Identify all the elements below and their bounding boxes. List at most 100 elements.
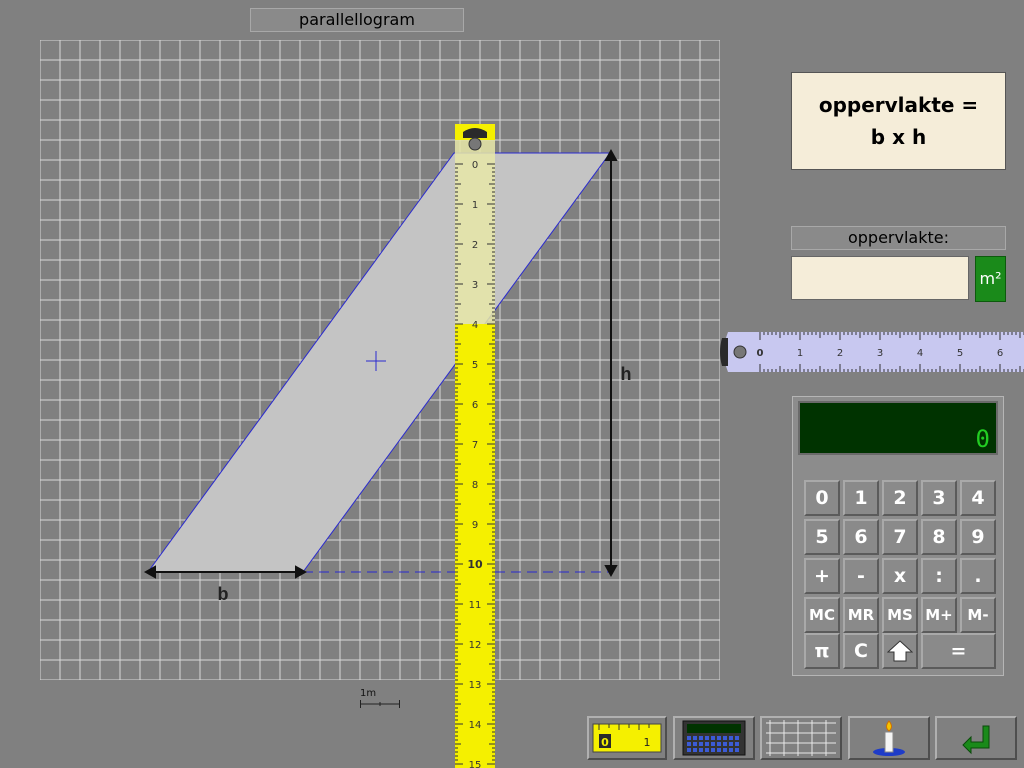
calculator-icon-key <box>705 742 709 746</box>
vertical-ruler-number: 13 <box>469 680 482 691</box>
base-label: b <box>218 584 229 604</box>
calculator-icon-key <box>723 736 727 740</box>
calculator-icon-key <box>693 748 697 752</box>
calculator-icon-key <box>717 748 721 752</box>
candle-icon <box>873 720 905 756</box>
return-button[interactable] <box>935 716 1017 760</box>
calculator-icon-key <box>687 736 691 740</box>
vertical-ruler-number: 4 <box>472 320 478 331</box>
area-label: oppervlakte: <box>791 226 1006 250</box>
calculator-icon-key <box>693 742 697 746</box>
vertical-ruler-number: 11 <box>469 600 482 611</box>
pi-key[interactable]: π <box>804 633 840 669</box>
calculator-icon-key <box>699 742 703 746</box>
scale-bar <box>360 700 400 708</box>
calculator-key[interactable]: - <box>843 558 879 594</box>
vertical-ruler-number: 2 <box>472 240 478 251</box>
vertical-ruler-number: 5 <box>472 360 478 371</box>
calculator-key[interactable]: 9 <box>960 519 996 555</box>
ruler-tool-button[interactable]: 0 1 <box>587 716 667 760</box>
calculator-icon-key <box>735 742 739 746</box>
clear-key[interactable]: C <box>843 633 879 669</box>
calculator-key[interactable]: 7 <box>882 519 918 555</box>
calculator-icon-key <box>687 742 691 746</box>
equals-key[interactable]: = <box>921 633 996 669</box>
vertical-ruler-number: 10 <box>467 558 483 571</box>
calculator-icon-key <box>711 748 715 752</box>
calculator-key[interactable]: . <box>960 558 996 594</box>
calculator-display: 0 <box>798 401 998 455</box>
horizontal-ruler-number: 5 <box>957 348 963 359</box>
formula-box: oppervlakte = b x h <box>791 72 1006 170</box>
vertical-ruler-number: 14 <box>469 720 482 731</box>
calculator-icon-key <box>717 736 721 740</box>
ruler-icon-one: 1 <box>644 736 651 749</box>
calculator-icon-key <box>729 742 733 746</box>
vertical-ruler[interactable]: 0123456789101112131415 <box>455 124 495 768</box>
vertical-ruler-number: 8 <box>472 480 478 491</box>
calculator-key[interactable]: MC <box>804 597 840 633</box>
unit-button[interactable]: m² <box>975 256 1006 302</box>
shift-key[interactable] <box>882 633 918 669</box>
calculator-icon-key <box>711 742 715 746</box>
calculator-key[interactable]: 4 <box>960 480 996 516</box>
grid-tool-button[interactable] <box>760 716 842 760</box>
calculator-key[interactable]: M+ <box>921 597 957 633</box>
vertical-ruler-number: 7 <box>472 440 478 451</box>
calculator-icon-key <box>705 748 709 752</box>
vertical-ruler-number: 3 <box>472 280 478 291</box>
area-input[interactable] <box>791 256 969 300</box>
up-arrow-icon <box>887 640 913 662</box>
calculator-icon-key <box>723 742 727 746</box>
calculator-key[interactable]: 1 <box>843 480 879 516</box>
calculator-icon-key <box>735 748 739 752</box>
shape-title: parallellogram <box>250 8 464 32</box>
calculator-key[interactable]: 5 <box>804 519 840 555</box>
calculator-icon-key <box>729 736 733 740</box>
horizontal-ruler[interactable]: 0 1 2 3 4 5 6 <box>720 332 1024 372</box>
calculator-key[interactable]: 2 <box>882 480 918 516</box>
calculator-key[interactable]: 3 <box>921 480 957 516</box>
calculator-tool-button[interactable] <box>673 716 755 760</box>
calculator-icon-key <box>699 748 703 752</box>
calculator-icon-key <box>693 736 697 740</box>
calculator-icon-key <box>687 748 691 752</box>
vertical-ruler-number: 9 <box>472 520 478 531</box>
horizontal-ruler-number: 0 <box>757 348 764 359</box>
vertical-ruler-number: 12 <box>469 640 482 651</box>
calculator-key[interactable]: 6 <box>843 519 879 555</box>
return-arrow-icon <box>962 725 990 755</box>
calculator-icon-key <box>723 748 727 752</box>
formula-line-2: b x h <box>870 125 927 149</box>
calculator-key[interactable]: + <box>804 558 840 594</box>
calculator-icon-key <box>711 736 715 740</box>
horizontal-ruler-number: 4 <box>917 348 923 359</box>
scale-label: 1m <box>360 688 377 699</box>
drawing-grid: b h <box>40 40 720 680</box>
calculator-key[interactable]: x <box>882 558 918 594</box>
calculator-key[interactable]: MR <box>843 597 879 633</box>
calculator-key[interactable]: 8 <box>921 519 957 555</box>
grid-icon <box>766 720 836 756</box>
calculator-key[interactable]: : <box>921 558 957 594</box>
vertical-ruler-number: 6 <box>472 400 478 411</box>
formula-line-1: oppervlakte = <box>818 93 979 117</box>
calculator-icon-key <box>717 742 721 746</box>
height-label: h <box>621 364 632 384</box>
horizontal-ruler-number: 3 <box>877 348 883 359</box>
calculator-key[interactable]: MS <box>882 597 918 633</box>
horizontal-ruler-number: 2 <box>837 348 843 359</box>
vertical-ruler-number: 15 <box>469 760 482 768</box>
calculator-icon-key <box>705 736 709 740</box>
ruler-icon-zero: 0 <box>601 736 609 749</box>
hint-tool-button[interactable] <box>848 716 930 760</box>
vertical-ruler-number: 1 <box>472 200 478 211</box>
horizontal-ruler-number: 6 <box>997 348 1003 359</box>
calculator-icon-key <box>729 748 733 752</box>
calculator-icon <box>682 720 746 756</box>
calculator-key[interactable]: 0 <box>804 480 840 516</box>
calculator-icon-key <box>699 736 703 740</box>
calculator-icon-key <box>735 736 739 740</box>
calculator-key[interactable]: M- <box>960 597 996 633</box>
ruler-icon: 0 1 <box>592 723 662 753</box>
